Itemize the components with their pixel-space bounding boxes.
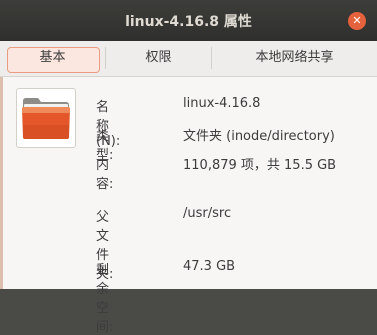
free-space-value: 47.3 GB — [183, 259, 236, 274]
close-button[interactable]: ✕ — [348, 12, 366, 30]
window-title: linux-4.16.8 属性 — [125, 14, 252, 30]
tab-bar: 基本 权限 本地网络共享 — [0, 41, 377, 77]
tab-label: 基本 — [39, 50, 66, 65]
tab-basic[interactable]: 基本 — [0, 42, 105, 74]
window-edge — [0, 41, 3, 289]
tab-permissions[interactable]: 权限 — [106, 42, 211, 74]
free-space-label: 剩余空间: — [96, 263, 114, 335]
close-icon: ✕ — [352, 14, 362, 27]
properties-dialog: linux-4.16.8 属性 ✕ 基本 权限 本地网络共享 名称(N): li… — [0, 0, 377, 335]
titlebar[interactable]: linux-4.16.8 属性 ✕ — [0, 0, 377, 41]
tab-local-network-share[interactable]: 本地网络共享 — [212, 42, 377, 74]
tab-label: 权限 — [145, 50, 172, 65]
name-value[interactable]: linux-4.16.8 — [183, 96, 260, 111]
tab-label: 本地网络共享 — [255, 50, 334, 65]
parent-folder-value: /usr/src — [183, 206, 232, 221]
folder-icon — [22, 98, 70, 139]
contents-value: 110,879 项，共 15.5 GB — [183, 158, 337, 173]
folder-icon-button[interactable] — [16, 88, 76, 148]
contents-label: 内容: — [96, 158, 114, 192]
type-value: 文件夹 (inode/directory) — [183, 129, 335, 144]
